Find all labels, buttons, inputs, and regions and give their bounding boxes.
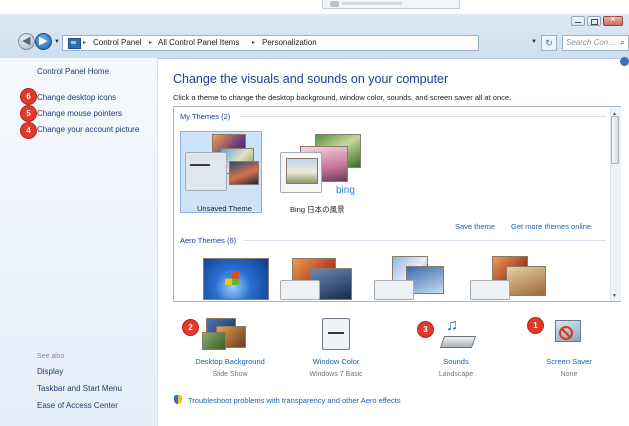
step-badge: 3 — [418, 322, 433, 337]
window-preview-icon — [374, 280, 414, 300]
breadcrumb-separator-icon[interactable]: ▸ — [149, 39, 152, 46]
scroll-down-arrow-icon[interactable]: ▼ — [612, 293, 617, 299]
step-badge: 5 — [21, 106, 36, 121]
section-divider — [240, 116, 606, 117]
speaker-base-icon — [439, 336, 477, 348]
change-mouse-pointers-link[interactable]: Change mouse pointers — [37, 109, 122, 118]
desktop-background-icon[interactable] — [202, 318, 246, 352]
popup-text-bar — [342, 2, 402, 5]
recent-pages-chevron-icon[interactable]: ▼ — [54, 39, 60, 45]
ease-of-access-link[interactable]: Ease of Access Center — [37, 401, 118, 410]
breadcrumb-control-panel[interactable]: Control Panel — [93, 38, 141, 47]
change-account-picture-link[interactable]: Change your account picture — [37, 125, 139, 134]
window-preview-icon — [470, 280, 510, 300]
see-also-heading: See also — [37, 353, 65, 360]
save-theme-link[interactable]: Save theme — [455, 222, 495, 231]
refresh-icon: ↻ — [545, 38, 553, 48]
address-dropdown-chevron-icon[interactable]: ▼ — [531, 39, 537, 45]
control-panel-home-link[interactable]: Control Panel Home — [37, 67, 109, 76]
sounds-icon[interactable]: ♫ — [439, 317, 477, 352]
search-input[interactable]: Search Con... — [562, 35, 629, 51]
troubleshoot-aero-link[interactable]: Troubleshoot problems with transparency … — [188, 396, 401, 405]
windows-logo-icon — [225, 272, 239, 285]
theme-photo — [286, 158, 318, 184]
window-color-icon[interactable] — [322, 318, 350, 350]
forward-arrow-icon: ▶ — [39, 35, 48, 47]
page-title: Change the visuals and sounds on your co… — [173, 72, 449, 86]
theme-photo — [202, 332, 226, 350]
step-badge: 4 — [21, 123, 36, 138]
refresh-button[interactable]: ↻ — [541, 35, 557, 51]
back-arrow-icon: ◀ — [22, 35, 31, 47]
top-strip — [0, 0, 629, 14]
screen-saver-value: None — [560, 371, 578, 378]
change-desktop-icons-link[interactable]: Change desktop icons — [37, 93, 116, 102]
help-icon[interactable] — [620, 57, 629, 66]
display-link[interactable]: Display — [37, 367, 63, 376]
bing-theme-label[interactable]: Bing 日本の風景 — [290, 204, 345, 215]
window-preview-icon — [280, 280, 320, 300]
music-note-icon: ♫ — [446, 317, 458, 334]
theme-photo — [229, 161, 259, 185]
breadcrumb-personalization[interactable]: Personalization — [262, 38, 317, 47]
back-button[interactable]: ◀ — [18, 33, 35, 50]
section-divider — [243, 240, 606, 241]
unsaved-theme-label[interactable]: Unsaved Theme — [197, 204, 252, 213]
bing-logo: bing — [336, 185, 355, 196]
close-button[interactable] — [603, 14, 623, 26]
shield-icon — [174, 395, 182, 404]
breadcrumb-separator-icon[interactable]: ▸ — [83, 39, 86, 46]
breadcrumb-all-items[interactable]: All Control Panel Items — [158, 38, 239, 47]
window-color-link[interactable]: Window Color — [291, 357, 381, 366]
get-more-themes-link[interactable]: Get more themes online — [511, 222, 591, 231]
aero-themes-header: Aero Themes (6) — [180, 236, 237, 245]
sounds-value: Landscape — [438, 371, 474, 378]
popup-icon — [330, 1, 339, 7]
search-icon[interactable]: ⌕ — [620, 37, 625, 48]
breadcrumb-separator-icon[interactable]: ▸ — [252, 39, 255, 46]
my-themes-header: My Themes (2) — [180, 112, 231, 121]
forward-button[interactable]: ▶ — [35, 33, 52, 50]
window-preview-line — [190, 164, 210, 166]
window-color-value: Windows 7 Basic — [309, 371, 363, 378]
control-panel-icon — [68, 38, 81, 49]
step-badge: 6 — [21, 89, 36, 104]
scrollbar-thumb[interactable] — [611, 116, 619, 164]
sounds-link[interactable]: Sounds — [411, 357, 501, 366]
minimize-button[interactable] — [571, 16, 585, 26]
maximize-button[interactable] — [587, 16, 601, 26]
step-badge: 1 — [528, 318, 543, 333]
page-subtitle: Click a theme to change the desktop back… — [173, 93, 512, 102]
desktop-background-value: Slide Show — [212, 371, 248, 378]
step-badge: 2 — [183, 320, 198, 335]
screen-saver-icon[interactable] — [551, 318, 585, 352]
window-preview-icon — [185, 152, 227, 191]
theme-photo — [506, 266, 546, 296]
desktop-background-link[interactable]: Desktop Background — [185, 357, 275, 366]
taskbar-start-menu-link[interactable]: Taskbar and Start Menu — [37, 384, 122, 393]
window-preview-line — [328, 332, 344, 334]
screen-saver-link[interactable]: Screen Saver — [524, 357, 614, 366]
